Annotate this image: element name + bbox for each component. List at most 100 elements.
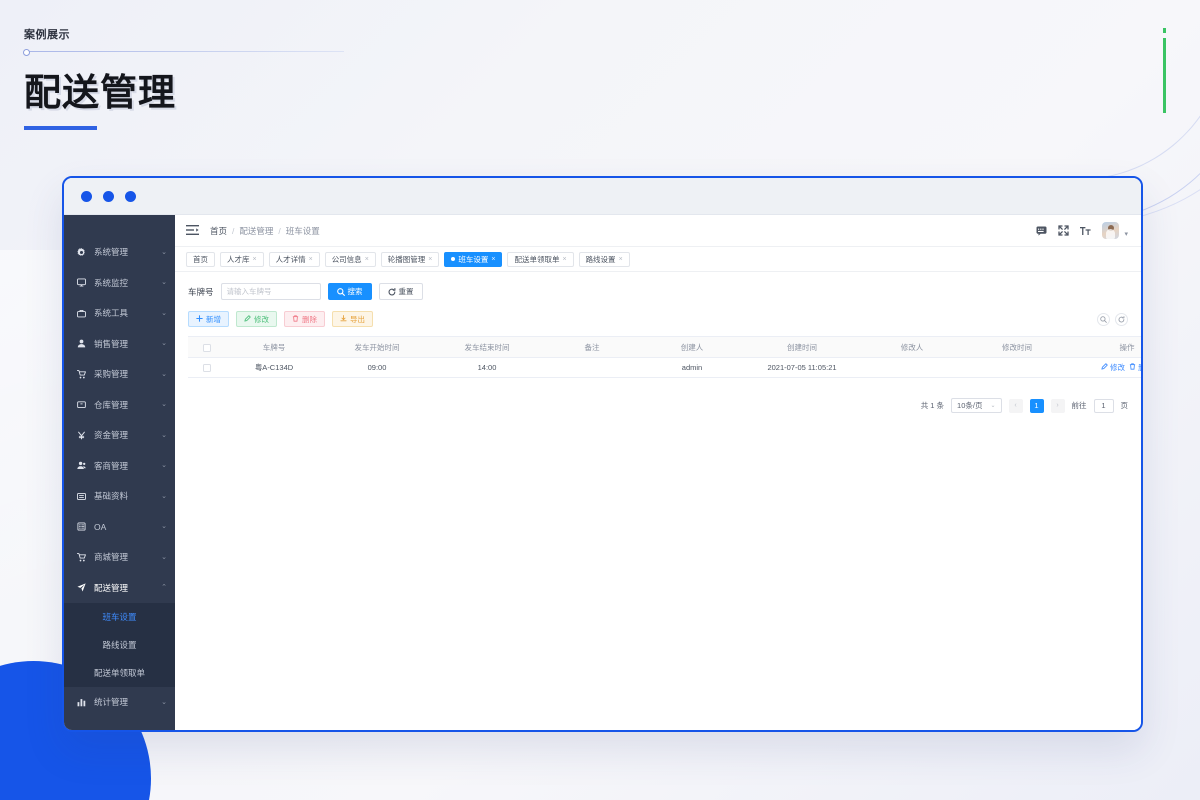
op-修改-link[interactable]: 修改 <box>1101 363 1125 372</box>
fullscreen-icon[interactable] <box>1058 225 1070 236</box>
tab-label: 配送单领取单 <box>514 254 560 264</box>
table-refresh-button[interactable] <box>1115 312 1128 326</box>
tab-2[interactable]: 人才库 × <box>220 251 264 267</box>
cell-modify-time <box>962 357 1072 378</box>
action-button-label: 导出 <box>350 314 365 324</box>
chevron-up-icon: ⌃ <box>161 584 167 592</box>
jump-prefix-label: 前往 <box>1071 401 1087 410</box>
jump-page-input[interactable] <box>1093 398 1114 413</box>
tab-4[interactable]: 公司信息 × <box>324 251 376 267</box>
sidebar-item-label: OA <box>94 521 107 532</box>
op-删除-link[interactable]: 删除 <box>1129 363 1141 372</box>
close-icon[interactable]: × <box>619 256 623 263</box>
menu-fold-icon[interactable] <box>186 222 199 240</box>
window-dot-3[interactable] <box>125 190 136 202</box>
tab-label: 班车设置 <box>458 254 489 264</box>
sidebar: 系统管理 ⌄ 系统监控 ⌄ 系统工具 ⌄ 销售管理 ⌄ 采购管理 ⌄ 仓库管理 ⌄ 资金管理 ⌄ 客商管理 ⌄… <box>64 215 175 730</box>
breadcrumb-home[interactable]: 首页 <box>210 225 227 237</box>
plate-search-input[interactable] <box>220 283 321 300</box>
table-tools <box>1097 312 1128 326</box>
page-number-1[interactable]: 1 <box>1029 398 1044 413</box>
sidebar-item-4[interactable]: 销售管理 ⌄ <box>64 329 175 360</box>
sidebar-item-8[interactable]: 客商管理 ⌄ <box>64 451 175 482</box>
send-icon <box>75 583 88 592</box>
window-dot-2[interactable] <box>103 190 114 202</box>
search-button[interactable]: 搜索 <box>327 283 372 300</box>
select-all-checkbox[interactable] <box>203 343 211 352</box>
sidebar-subitem-2[interactable]: 路线设置 <box>64 631 175 659</box>
close-icon[interactable]: × <box>491 256 495 263</box>
page-kicker: 案例展示 <box>24 29 70 41</box>
close-icon[interactable]: × <box>365 256 369 263</box>
tab-label: 人才库 <box>227 254 250 264</box>
sidebar-item-1[interactable]: 系统管理 ⌄ <box>64 237 175 268</box>
breadcrumb-parent[interactable]: 配送管理 <box>239 225 273 237</box>
tab-6[interactable]: 班车设置 × <box>444 251 503 267</box>
sidebar-item-3[interactable]: 系统工具 ⌄ <box>64 298 175 329</box>
action-danger-button[interactable]: 删除 <box>284 311 325 327</box>
sidebar-subitem-1[interactable]: 班车设置 <box>64 603 175 631</box>
sidebar-item-5[interactable]: 采购管理 ⌄ <box>64 359 175 390</box>
sidebar-item-12[interactable]: 配送管理 ⌃ <box>64 573 175 604</box>
chevron-down-icon: ⌄ <box>161 248 167 256</box>
action-bar: 新增 修改 删除 导出 <box>188 311 1128 327</box>
avatar[interactable] <box>1102 222 1120 239</box>
chevron-down-icon: ⌄ <box>161 553 167 561</box>
sidebar-item-7[interactable]: 资金管理 ⌄ <box>64 420 175 451</box>
close-icon[interactable]: × <box>428 256 432 263</box>
close-icon[interactable]: × <box>562 256 566 263</box>
message-icon[interactable] <box>1036 226 1047 236</box>
chevron-down-icon: ⌄ <box>161 523 167 531</box>
tab-label: 公司信息 <box>331 254 362 264</box>
sidebar-item-label: 系统管理 <box>94 247 129 258</box>
page-title: 配送管理 <box>24 72 176 113</box>
sidebar-item-2[interactable]: 系统监控 ⌄ <box>64 268 175 299</box>
table-row[interactable]: 粤A-C134D 09:00 14:00 admin 2021-07-05 11:05:… <box>188 357 1141 378</box>
action-success-button[interactable]: 修改 <box>236 311 277 327</box>
app-window: 系统管理 ⌄ 系统监控 ⌄ 系统工具 ⌄ 销售管理 ⌄ 采购管理 ⌄ 仓库管理 ⌄ 资金管理 ⌄ 客商管理 ⌄… <box>62 176 1143 732</box>
tab-1[interactable]: 首页 <box>186 251 215 267</box>
tab-label: 人才详情 <box>275 254 306 264</box>
next-page-button[interactable]: › <box>1050 398 1065 413</box>
window-dot-1[interactable] <box>81 190 92 202</box>
table-search-button[interactable] <box>1097 312 1110 326</box>
chevron-down-icon[interactable]: ▾ <box>1124 230 1128 238</box>
chevron-down-icon: ⌄ <box>161 340 167 348</box>
sidebar-subitem-3[interactable]: 配送单领取单 <box>64 659 175 687</box>
close-icon[interactable]: × <box>253 256 257 263</box>
tab-strip: 首页 人才库 × 人才详情 × 公司信息 × 轮播图管理 × 班车设置 × 配送单领取单 × 路线设置 × <box>175 247 1141 272</box>
column-header-8: 修改时间 <box>962 336 1072 358</box>
action-warning-button[interactable]: 导出 <box>332 311 373 327</box>
tab-label: 首页 <box>193 254 208 264</box>
sidebar-item-label: 客商管理 <box>94 460 129 471</box>
cell-creator: admin <box>642 357 742 378</box>
content-area: 车牌号 搜索 重置 <box>175 272 1141 730</box>
column-header-5: 创建人 <box>642 336 742 358</box>
select-all-header <box>188 336 226 358</box>
tab-3[interactable]: 人才详情 × <box>268 251 320 267</box>
tab-8[interactable]: 路线设置 × <box>578 251 630 267</box>
row-checkbox[interactable] <box>203 364 211 372</box>
sidebar-item-label: 仓库管理 <box>94 399 129 410</box>
sidebar-item-9[interactable]: 基础资料 ⌄ <box>64 481 175 512</box>
sidebar-item-statistics[interactable]: 统计管理 ⌄ <box>64 687 175 718</box>
green-accent-bar <box>1163 38 1166 113</box>
bar-chart-icon <box>75 698 88 707</box>
sidebar-item-label: 系统工具 <box>94 308 129 319</box>
clipboard-icon <box>75 522 88 531</box>
tab-5[interactable]: 轮播图管理 × <box>380 251 440 267</box>
sidebar-item-10[interactable]: OA ⌄ <box>64 512 175 543</box>
prev-page-button[interactable]: ‹ <box>1008 398 1023 413</box>
sidebar-item-6[interactable]: 仓库管理 ⌄ <box>64 390 175 421</box>
font-size-icon[interactable] <box>1080 226 1092 236</box>
close-icon[interactable]: × <box>309 256 313 263</box>
plus-icon <box>196 314 203 324</box>
reset-button[interactable]: 重置 <box>378 283 423 300</box>
sidebar-item-11[interactable]: 商城管理 ⌄ <box>64 542 175 573</box>
tab-7[interactable]: 配送单领取单 × <box>507 251 574 267</box>
search-button-label: 搜索 <box>347 287 363 296</box>
action-primary-button[interactable]: 新增 <box>188 311 229 327</box>
page-size-select[interactable]: 10条/页 ⌄ <box>951 398 1002 413</box>
chevron-down-icon: ⌄ <box>161 309 167 317</box>
sidebar-item-label: 销售管理 <box>94 338 129 349</box>
